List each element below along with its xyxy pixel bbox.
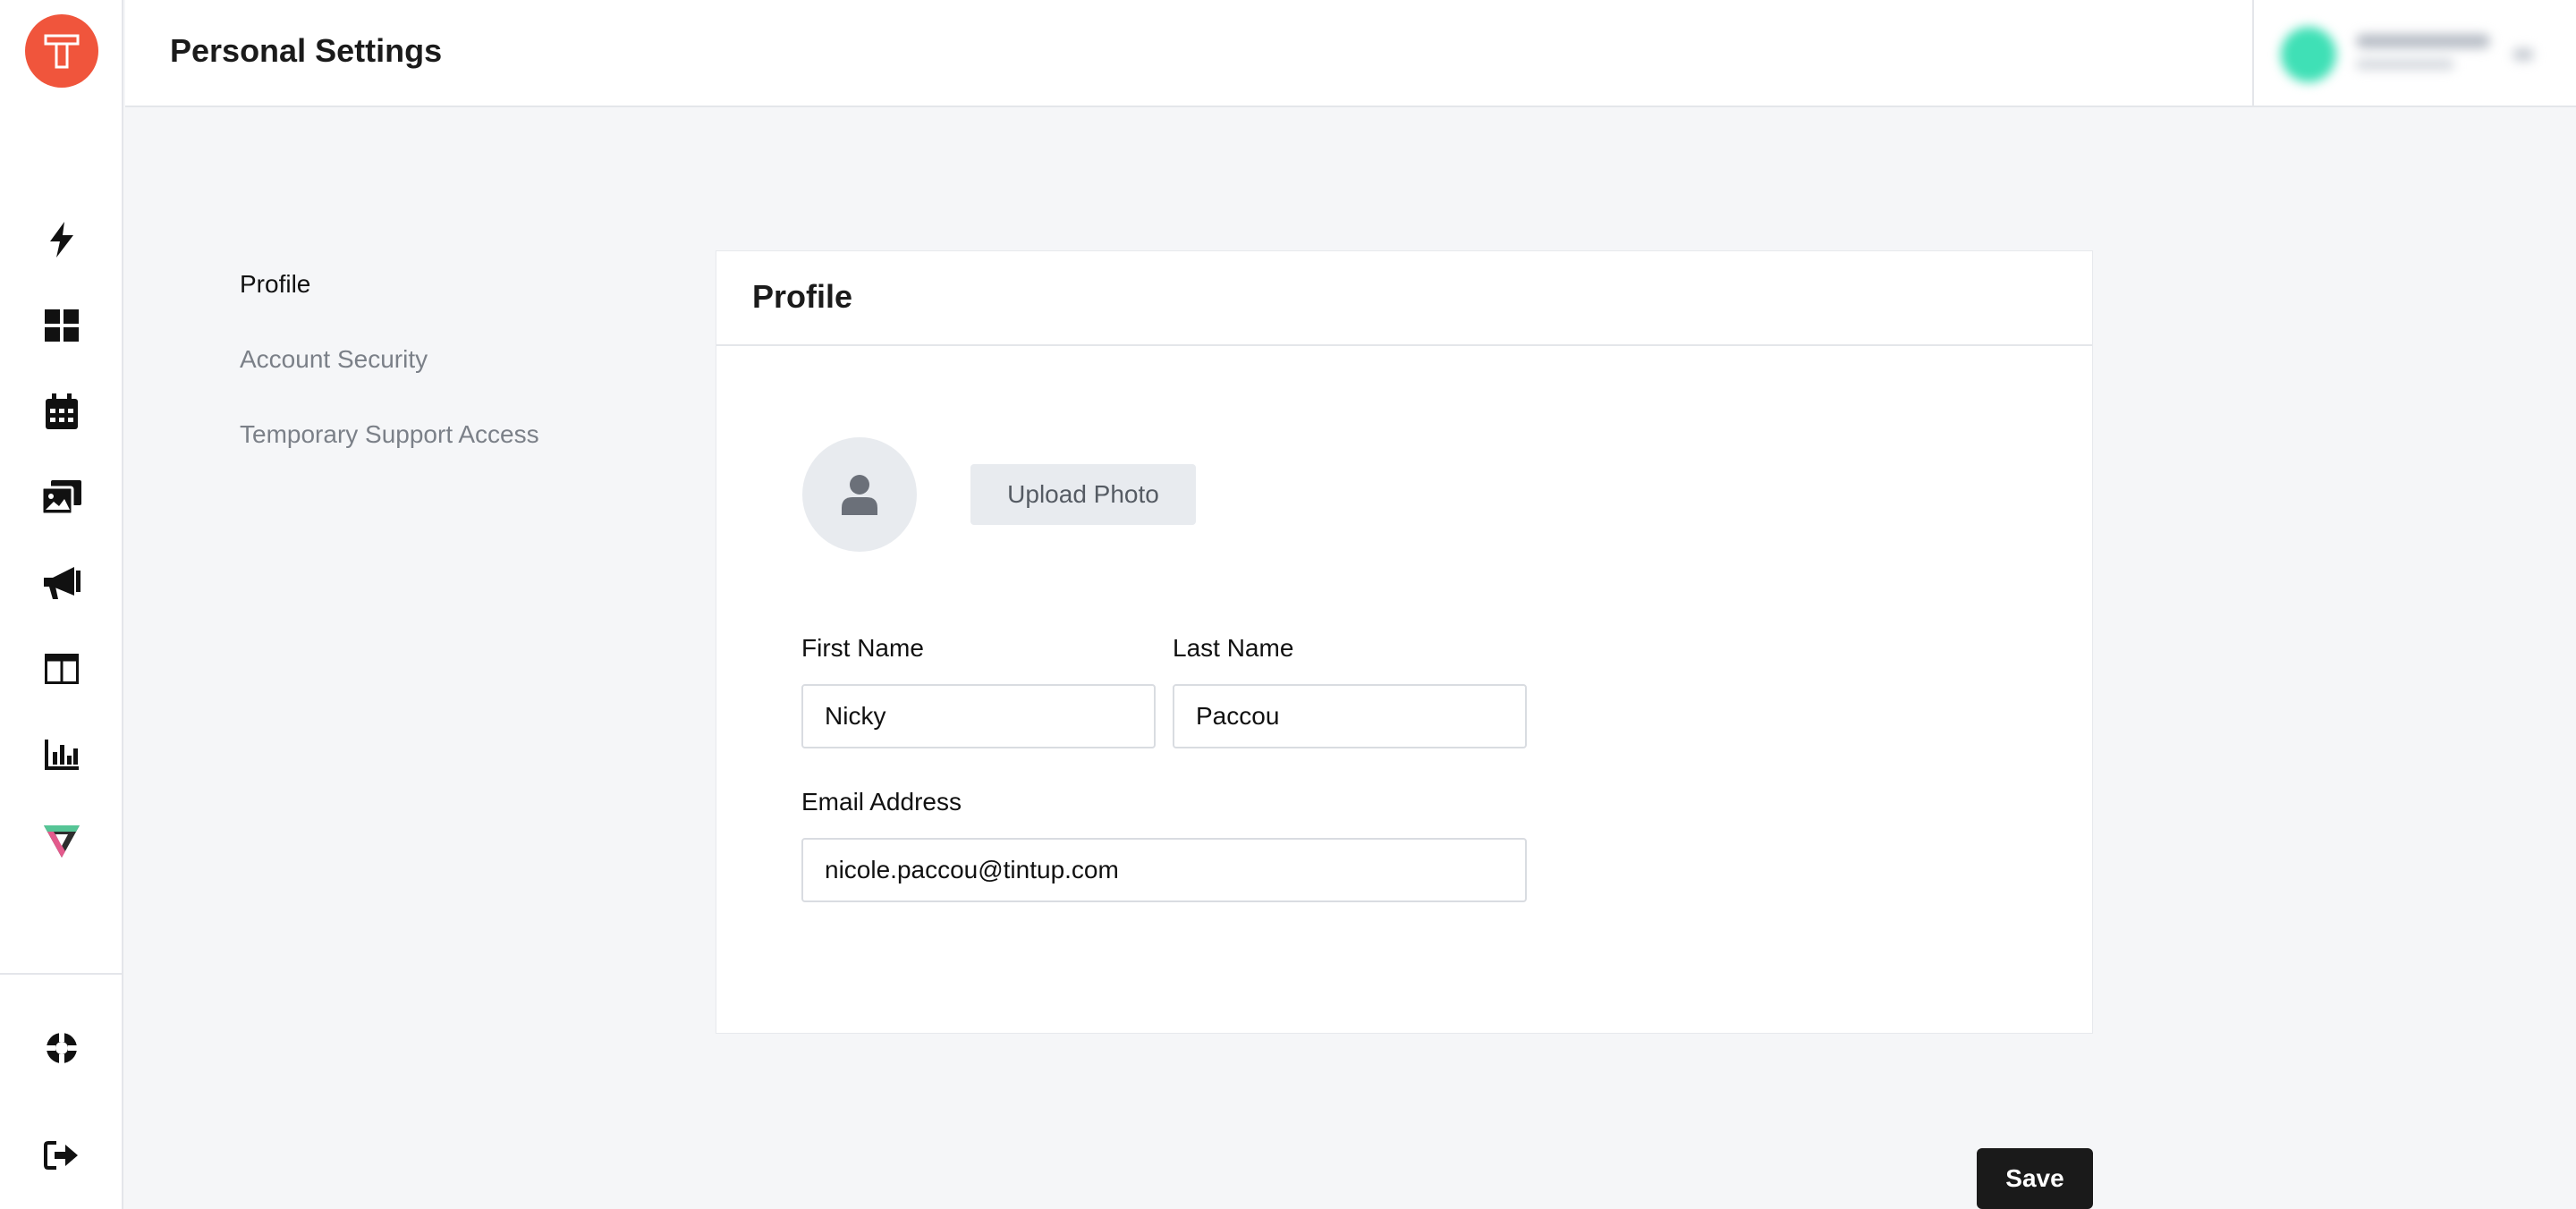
profile-card-header: Profile bbox=[716, 251, 2092, 346]
profile-photo bbox=[802, 437, 917, 552]
app-root: Personal Settings Profile Account Securi… bbox=[0, 0, 2576, 1209]
save-button[interactable]: Save bbox=[1977, 1148, 2093, 1209]
layout-icon[interactable] bbox=[35, 642, 89, 696]
lightning-icon[interactable] bbox=[35, 213, 89, 266]
calendar-icon[interactable] bbox=[35, 385, 89, 438]
page-title: Personal Settings bbox=[170, 32, 443, 69]
user-menu[interactable] bbox=[2281, 16, 2567, 91]
settings-nav-profile[interactable]: Profile bbox=[240, 268, 539, 300]
email-label: Email Address bbox=[801, 788, 962, 816]
chevron-down-icon bbox=[2513, 48, 2533, 61]
brand-logo-icon bbox=[44, 34, 80, 69]
vibe-logo-icon[interactable] bbox=[35, 814, 89, 867]
profile-card-title: Profile bbox=[752, 278, 853, 315]
settings-nav: Profile Account Security Temporary Suppo… bbox=[240, 268, 539, 494]
last-name-label: Last Name bbox=[1173, 634, 1294, 662]
top-header: Personal Settings bbox=[125, 0, 2576, 107]
settings-nav-account-security[interactable]: Account Security bbox=[240, 343, 539, 376]
brand-logo[interactable] bbox=[25, 14, 98, 88]
last-name-field[interactable] bbox=[1173, 684, 1527, 748]
megaphone-icon[interactable] bbox=[35, 556, 89, 610]
gallery-icon[interactable] bbox=[35, 470, 89, 524]
user-name-redacted bbox=[2356, 34, 2490, 48]
email-field[interactable] bbox=[801, 838, 1527, 902]
first-name-label: First Name bbox=[801, 634, 924, 662]
user-org-redacted bbox=[2356, 59, 2454, 70]
left-rail bbox=[0, 0, 123, 1209]
avatar bbox=[2281, 27, 2336, 82]
analytics-icon[interactable] bbox=[35, 728, 89, 782]
user-icon bbox=[842, 475, 877, 515]
dashboard-icon[interactable] bbox=[35, 299, 89, 352]
upload-photo-button[interactable]: Upload Photo bbox=[970, 464, 1196, 525]
profile-card: Profile Upload Photo First Name Last Nam… bbox=[716, 250, 2093, 1034]
rail-divider bbox=[0, 973, 123, 975]
logout-icon[interactable] bbox=[35, 1129, 89, 1182]
header-divider bbox=[2252, 0, 2254, 106]
settings-nav-temporary-support-access[interactable]: Temporary Support Access bbox=[240, 418, 539, 451]
first-name-field[interactable] bbox=[801, 684, 1156, 748]
support-icon[interactable] bbox=[35, 1021, 89, 1075]
